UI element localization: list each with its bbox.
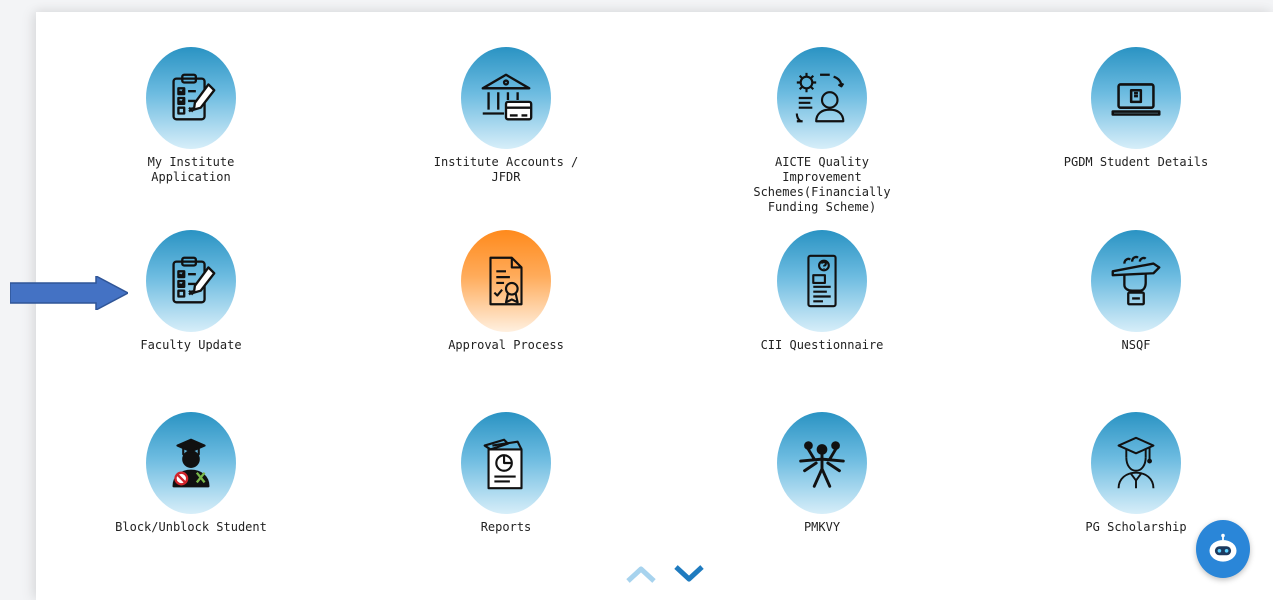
certificate-document-icon — [489, 256, 523, 306]
tile-label: CII Questionnaire — [760, 338, 884, 352]
tile-label: Faculty Update — [140, 338, 242, 352]
tile-nsqf[interactable]: NSQF — [1036, 230, 1236, 353]
tile-icon-circle — [461, 412, 551, 514]
clipboard-checklist-icon — [172, 256, 216, 304]
graduate-blocked-icon — [172, 438, 210, 488]
report-chart-icon — [483, 438, 523, 490]
fist-pencil-icon — [1111, 255, 1161, 306]
tile-label: Approval Process — [448, 338, 564, 352]
tile-pmkvy[interactable]: PMKVY — [722, 412, 922, 535]
tile-cii-questionnaire[interactable]: CII Questionnaire — [722, 230, 922, 353]
clipboard-checklist-icon — [172, 73, 216, 121]
tile-icon-circle — [777, 47, 867, 149]
tile-icon-circle — [777, 230, 867, 332]
tile-label: NSQF — [1121, 338, 1151, 352]
chevron-up-icon[interactable] — [624, 563, 658, 585]
tile-institute-accounts-jfdr[interactable]: Institute Accounts / JFDR — [406, 47, 606, 185]
graduate-scholar-icon — [1117, 436, 1155, 489]
questionnaire-document-icon — [807, 254, 837, 308]
tile-my-institute-application[interactable]: My Institute Application — [91, 47, 291, 185]
bank-card-icon — [481, 73, 533, 121]
tile-icon-circle — [1091, 412, 1181, 514]
tile-icon-circle — [1091, 47, 1181, 149]
chatbot-button[interactable] — [1196, 520, 1250, 578]
tile-label: My Institute Application — [147, 155, 235, 184]
chevron-down-icon[interactable] — [672, 563, 706, 585]
tile-label: Institute Accounts / JFDR — [433, 155, 579, 184]
chatbot-icon — [1209, 533, 1237, 562]
tile-icon-circle — [146, 47, 236, 149]
tile-label: Block/Unblock Student — [115, 520, 267, 534]
tile-icon-circle — [1091, 230, 1181, 332]
tile-approval-process[interactable]: Approval Process — [406, 230, 606, 353]
tile-block-unblock-student[interactable]: Block/Unblock Student — [91, 412, 291, 535]
dashboard-grid: My Institute Application Institute Accou… — [36, 12, 1273, 600]
tile-pgdm-student-details[interactable]: PGDM Student Details — [1036, 47, 1236, 170]
right-arrow-icon — [10, 276, 128, 310]
tile-label: PGDM Student Details — [1063, 155, 1209, 169]
scroll-navigation — [624, 563, 708, 587]
laptop-icon — [1111, 83, 1161, 116]
tile-label: Reports — [480, 520, 532, 534]
tile-aicte-quality-improvement[interactable]: AICTE Quality Improvement Schemes(Financ… — [722, 47, 922, 215]
tile-icon-circle — [146, 412, 236, 514]
people-star-icon — [799, 441, 845, 488]
gear-person-cycle-icon — [795, 72, 845, 123]
tile-pg-scholarship[interactable]: PG Scholarship — [1036, 412, 1236, 535]
tile-label: AICTE Quality Improvement Schemes(Financ… — [753, 155, 891, 214]
tile-reports[interactable]: Reports — [406, 412, 606, 535]
tile-icon-circle — [146, 230, 236, 332]
tile-icon-circle — [461, 230, 551, 332]
tile-icon-circle — [461, 47, 551, 149]
tile-label: PMKVY — [803, 520, 841, 534]
tile-icon-circle — [777, 412, 867, 514]
